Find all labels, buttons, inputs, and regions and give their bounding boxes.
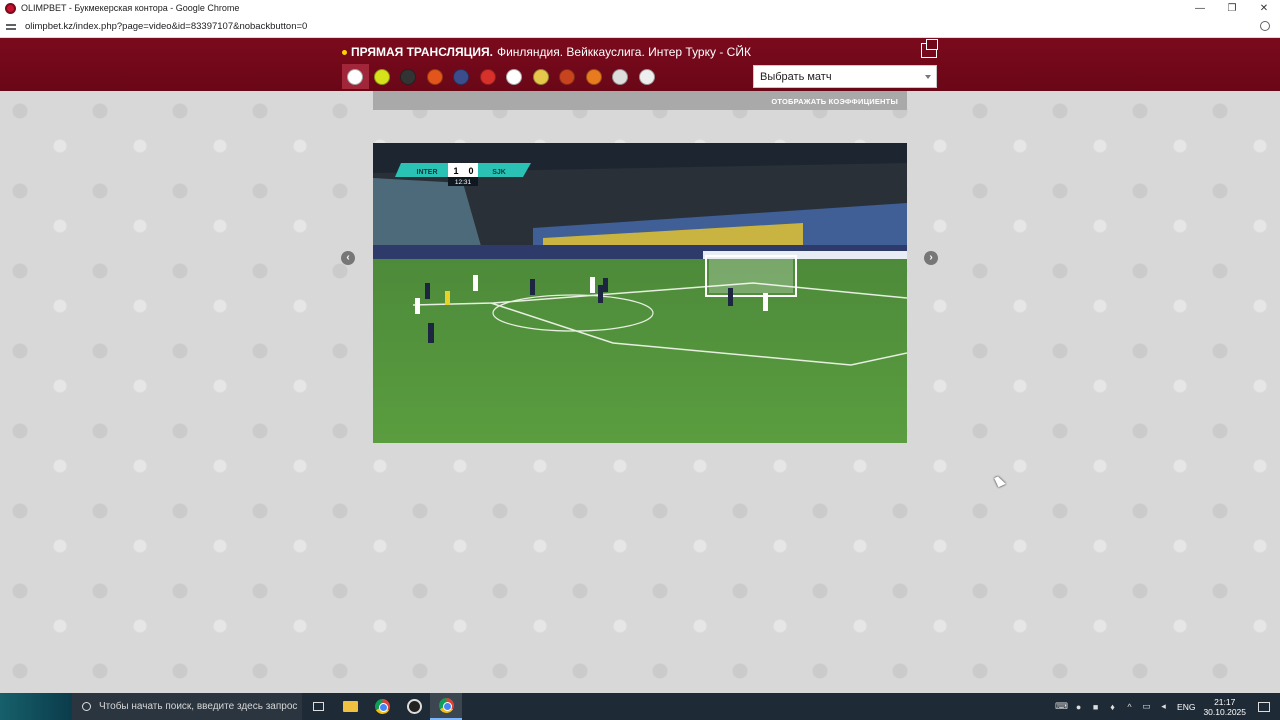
- volleyball-icon: [532, 68, 549, 85]
- scoreboard-time: 12:31: [455, 179, 472, 186]
- tray-app-icon[interactable]: ●: [1071, 693, 1086, 720]
- file-explorer-button[interactable]: [334, 693, 366, 720]
- taskbar-search-placeholder: Чтобы начать поиск, введите здесь запрос: [99, 701, 298, 712]
- system-tray: ⌨ ● ■ ♦ ^ ▭ ◂ ENG 21:17 30.10.2025: [1052, 693, 1280, 720]
- sport-filter-tennis[interactable]: [369, 64, 396, 89]
- match-select-value: Выбрать матч: [760, 71, 832, 83]
- scoreboard-away-score: 0: [468, 166, 473, 176]
- sport-filter-futsal[interactable]: [501, 64, 528, 89]
- folder-icon: [342, 701, 358, 712]
- clock-date: 30.10.2025: [1203, 706, 1246, 717]
- chrome-taskbar-button[interactable]: [366, 693, 398, 720]
- url-text[interactable]: olimpbet.kz/index.php?page=video&id=8339…: [25, 21, 307, 32]
- chevron-down-icon: [925, 75, 931, 79]
- chrome-icon: [374, 699, 390, 714]
- odds-bar: ОТОБРАЖАТЬ КОЭФФИЦИЕНТЫ: [373, 91, 907, 110]
- network-icon[interactable]: ▭: [1139, 693, 1154, 720]
- mouse-cursor-icon: [994, 474, 1006, 488]
- task-view-button[interactable]: [302, 693, 334, 720]
- tennis-icon: [373, 68, 390, 85]
- live-dot-icon: [342, 49, 347, 55]
- sport-filter-rugby-helmet[interactable]: [554, 64, 581, 89]
- sport-filter-basketball[interactable]: [422, 64, 449, 89]
- match-select[interactable]: Выбрать матч: [753, 65, 937, 88]
- scoreboard-home-score: 1: [453, 166, 458, 176]
- sport-filter-soccer[interactable]: [342, 64, 369, 89]
- site-header: ПРЯМАЯ ТРАНСЛЯЦИЯ. Финляндия. Вейккаусли…: [0, 38, 1280, 91]
- restore-button[interactable]: ❐: [1216, 0, 1248, 16]
- olimpbet-app-icon: [406, 699, 422, 714]
- video-player[interactable]: INTER 1 0 SJK 12:31: [373, 143, 907, 443]
- olimpbet-app-button[interactable]: [398, 693, 430, 720]
- chrome-active-window-button[interactable]: [430, 693, 462, 720]
- scoreboard-away-team: SJK: [492, 169, 506, 176]
- search-icon: [82, 702, 91, 711]
- show-odds-toggle[interactable]: ОТОБРАЖАТЬ КОЭФФИЦИЕНТЫ: [771, 97, 898, 106]
- window-title: OLIMPBET - Букмекерская контора - Google…: [21, 3, 240, 13]
- clock-time: 21:17: [1214, 696, 1236, 707]
- system-clock[interactable]: 21:17 30.10.2025: [1203, 697, 1246, 717]
- close-button[interactable]: ✕: [1248, 0, 1280, 16]
- rugby-helmet-icon: [559, 68, 576, 85]
- volume-icon[interactable]: ◂: [1156, 693, 1171, 720]
- windows-taskbar: Чтобы начать поиск, введите здесь запрос…: [0, 693, 1280, 720]
- sport-filter-hockey-puck[interactable]: [395, 64, 422, 89]
- match-title: Финляндия. Вейккауслига. Интер Турку - С…: [496, 45, 751, 59]
- minimize-button[interactable]: —: [1184, 0, 1216, 16]
- language-indicator[interactable]: ENG: [1177, 702, 1195, 712]
- badminton-icon: [638, 68, 655, 85]
- hidden-icons-chevron-icon[interactable]: ^: [1122, 693, 1137, 720]
- soccer-icon: [347, 68, 364, 85]
- sport-filter-bar: [342, 64, 660, 89]
- table-tennis-icon: [479, 68, 496, 85]
- page-background: ОТОБРАЖАТЬ КОЭФФИЦИЕНТЫ ‹ › INTER 1 0 SJ…: [0, 91, 1280, 693]
- notifications-icon[interactable]: [1258, 701, 1270, 712]
- browser-title-bar: OLIMPBET - Букмекерская контора - Google…: [0, 0, 1280, 16]
- microphone-icon[interactable]: ♦: [1105, 693, 1120, 720]
- darts-icon: [612, 68, 629, 85]
- basketball-icon: [426, 68, 443, 85]
- start-button[interactable]: [0, 693, 72, 720]
- handball-icon: [585, 68, 602, 85]
- live-label: ПРЯМАЯ ТРАНСЛЯЦИЯ.: [351, 45, 493, 59]
- keyboard-icon[interactable]: ⌨: [1054, 693, 1069, 720]
- american-football-icon: [453, 68, 470, 85]
- popout-window-icon[interactable]: [921, 39, 938, 58]
- scoreboard-home-team: INTER: [417, 169, 438, 176]
- sport-filter-handball[interactable]: [581, 64, 608, 89]
- sport-filter-table-tennis[interactable]: [475, 64, 502, 89]
- sport-filter-badminton[interactable]: [634, 64, 661, 89]
- address-bar[interactable]: olimpbet.kz/index.php?page=video&id=8339…: [0, 16, 1280, 38]
- task-view-icon: [312, 702, 324, 711]
- site-settings-icon[interactable]: [6, 22, 18, 32]
- sport-filter-darts[interactable]: [607, 64, 634, 89]
- next-video-button[interactable]: ›: [924, 251, 938, 265]
- previous-video-button[interactable]: ‹: [341, 251, 355, 265]
- sport-filter-volleyball[interactable]: [528, 64, 555, 89]
- sport-filter-american-football[interactable]: [448, 64, 475, 89]
- live-broadcast-title: ПРЯМАЯ ТРАНСЛЯЦИЯ. Финляндия. Вейккаусли…: [342, 45, 751, 59]
- taskbar-search[interactable]: Чтобы начать поиск, введите здесь запрос: [72, 693, 302, 720]
- olimpbet-favicon-icon: [5, 2, 16, 14]
- zoom-icon[interactable]: [1260, 21, 1270, 31]
- chrome-icon: [438, 698, 454, 713]
- hockey-puck-icon: [400, 68, 417, 85]
- futsal-icon: [506, 68, 523, 85]
- nvidia-icon[interactable]: ■: [1088, 693, 1103, 720]
